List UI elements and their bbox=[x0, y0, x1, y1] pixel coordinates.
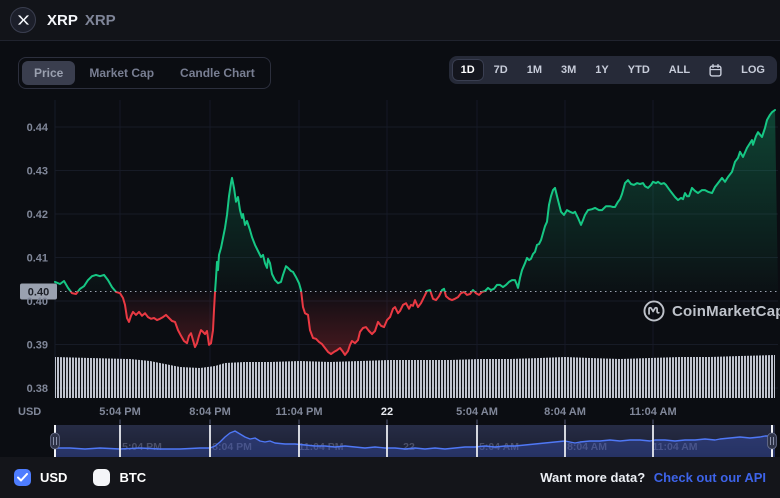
api-prompt-text: Want more data? bbox=[540, 470, 646, 485]
modal-header: XRP XRP bbox=[0, 0, 780, 41]
coinmarketcap-logo-icon bbox=[643, 300, 665, 322]
coin-ticker: XRP bbox=[84, 11, 116, 29]
currency-axis-label: USD bbox=[18, 406, 41, 418]
svg-text:0.40: 0.40 bbox=[27, 296, 48, 308]
usd-checkbox-label: USD bbox=[40, 470, 68, 485]
range-button-1d[interactable]: 1D bbox=[451, 59, 484, 81]
tab-candle-chart[interactable]: Candle Chart bbox=[168, 61, 267, 85]
check-icon bbox=[17, 473, 28, 482]
range-button-7d[interactable]: 7D bbox=[485, 59, 517, 81]
svg-text:5:04 AM: 5:04 AM bbox=[456, 406, 498, 418]
range-button-3m[interactable]: 3M bbox=[552, 59, 585, 81]
x-axis-labels: 5:04 PM 8:04 PM 11:04 PM 22 5:04 AM 8:04 AM 11… bbox=[99, 406, 677, 425]
svg-text:8:04 PM: 8:04 PM bbox=[189, 406, 231, 418]
range-button-1m[interactable]: 1M bbox=[518, 59, 551, 81]
tab-price[interactable]: Price bbox=[22, 61, 76, 85]
log-scale-button[interactable]: LOG bbox=[732, 59, 774, 81]
api-link[interactable]: Check out our API bbox=[654, 470, 766, 485]
calendar-icon bbox=[709, 63, 722, 77]
svg-text:0.44: 0.44 bbox=[27, 122, 49, 134]
time-range-group: 1D 7D 1M 3M 1Y YTD ALL LOG bbox=[448, 56, 777, 84]
coin-name: XRP bbox=[47, 11, 78, 29]
usd-checkbox[interactable] bbox=[14, 469, 31, 486]
svg-text:0.43: 0.43 bbox=[27, 166, 48, 178]
btc-checkbox[interactable] bbox=[93, 469, 111, 486]
calendar-button[interactable] bbox=[700, 60, 731, 81]
xrp-chart-modal: 0.40 0.44 0.43 0.42 0.41 0.40 0.39 0.38 5:04 PM 8… bbox=[0, 0, 780, 498]
tab-market-cap[interactable]: Market Cap bbox=[77, 61, 166, 85]
range-button-all[interactable]: ALL bbox=[660, 59, 699, 81]
btc-checkbox-label: BTC bbox=[119, 470, 147, 485]
svg-text:0.38: 0.38 bbox=[27, 383, 48, 395]
svg-text:5:04 PM: 5:04 PM bbox=[99, 406, 141, 418]
y-axis-labels: 0.44 0.43 0.42 0.41 0.40 0.39 0.38 bbox=[27, 122, 49, 395]
svg-text:0.39: 0.39 bbox=[27, 340, 48, 352]
range-button-1y[interactable]: 1Y bbox=[586, 59, 617, 81]
svg-text:11:04 PM: 11:04 PM bbox=[275, 406, 322, 418]
range-button-ytd[interactable]: YTD bbox=[619, 59, 659, 81]
api-promo: Want more data? Check out our API bbox=[540, 470, 766, 485]
svg-text:0.42: 0.42 bbox=[27, 209, 48, 221]
svg-text:11:04 AM: 11:04 AM bbox=[629, 406, 676, 418]
svg-text:0.41: 0.41 bbox=[27, 253, 48, 265]
volume-bars bbox=[55, 355, 775, 398]
range-navigator[interactable]: 5:04 PM8:04 PM11:04 PM225:04 AM8:04 AM11… bbox=[50, 425, 777, 457]
svg-text:22: 22 bbox=[381, 406, 393, 418]
svg-text:8:04 AM: 8:04 AM bbox=[544, 406, 586, 418]
coinmarketcap-watermark: CoinMarketCap bbox=[643, 300, 780, 322]
footer-bar: USD BTC Want more data? Check out our AP… bbox=[0, 457, 780, 498]
watermark-label: CoinMarketCap bbox=[672, 302, 780, 320]
xrp-logo-icon bbox=[10, 7, 36, 33]
chart-type-tabs: Price Market Cap Candle Chart bbox=[18, 57, 271, 89]
